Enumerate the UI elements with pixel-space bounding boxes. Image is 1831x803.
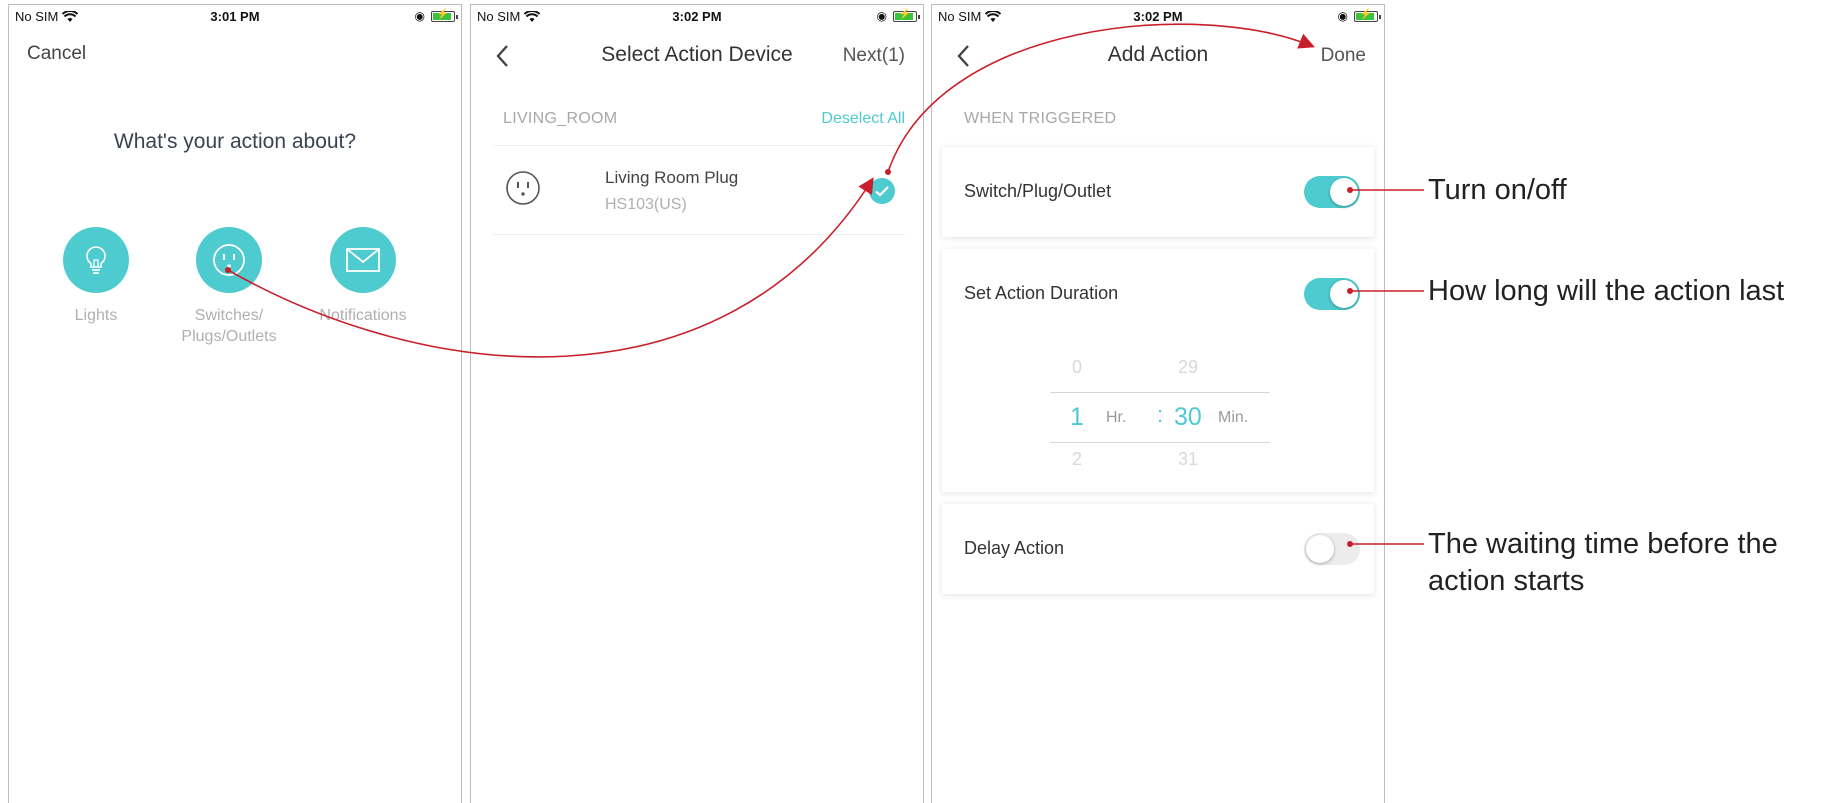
clock: 3:01 PM (210, 9, 260, 24)
check-icon[interactable] (869, 178, 895, 204)
hours-prev: 0 (1072, 357, 1083, 377)
outlet-icon (506, 171, 540, 205)
orientation-lock-icon: ◉ (876, 9, 887, 23)
battery-icon: ⚡ (893, 9, 920, 22)
switch-toggle[interactable] (1304, 176, 1360, 208)
duration-toggle[interactable] (1304, 278, 1360, 310)
when-triggered-label: WHEN TRIGGERED (964, 110, 1117, 127)
status-bar: No SIM 3:02 PM ◉ ⚡ (932, 5, 1384, 29)
option-label: Lights (74, 307, 118, 324)
annotation-duration: How long will the action last (1428, 275, 1785, 307)
duration-label: Set Action Duration (964, 283, 1119, 303)
lightbulb-icon (63, 227, 129, 293)
hours-unit: Hr. (1106, 409, 1127, 426)
option-switches[interactable]: Switches/ Plugs/Outlets (164, 227, 294, 347)
switch-label: Switch/Plug/Outlet (964, 181, 1112, 201)
delay-card: Delay Action (942, 504, 1374, 594)
duration-card: Set Action Duration 0 1 Hr. 2 : 29 30 Mi… (942, 249, 1374, 492)
delay-label: Delay Action (964, 538, 1065, 558)
minutes-value: 30 (1174, 403, 1202, 431)
clock: 3:02 PM (672, 9, 722, 24)
outlet-icon (196, 227, 262, 293)
page-title: Add Action (1107, 43, 1209, 66)
phone-screen-action-type: No SIM 3:01 PM ◉ ⚡ Cancel What's your ac… (8, 4, 462, 803)
room-section-label: LIVING_ROOM (503, 110, 618, 127)
delay-toggle[interactable] (1304, 533, 1360, 565)
annotation-delay-line1: The waiting time before the (1428, 528, 1778, 560)
minutes-next: 31 (1178, 449, 1199, 469)
minutes-prev: 29 (1178, 357, 1199, 377)
page-title: What's your action about? (113, 130, 357, 153)
orientation-lock-icon: ◉ (414, 9, 425, 23)
time-separator: : (1157, 402, 1164, 427)
option-label: Switches/ Plugs/Outlets (181, 307, 277, 345)
clock: 3:02 PM (1133, 9, 1183, 24)
annotation-delay-line2: action starts (1428, 565, 1585, 597)
hours-value: 1 (1070, 403, 1084, 431)
device-name: Living Room Plug (605, 168, 739, 187)
hours-next: 2 (1072, 449, 1083, 469)
battery-icon: ⚡ (1354, 9, 1381, 22)
orientation-lock-icon: ◉ (1337, 9, 1348, 23)
option-notifications[interactable]: Notifications (298, 227, 428, 326)
status-bar: No SIM 3:02 PM ◉ ⚡ (471, 5, 923, 29)
status-bar: No SIM 3:01 PM ◉ ⚡ (9, 5, 461, 29)
annotation-switch: Turn on/off (1428, 174, 1567, 206)
duration-picker[interactable]: 0 1 Hr. 2 : 29 30 Min. 31 (1050, 349, 1270, 479)
option-lights[interactable]: Lights (31, 227, 161, 326)
phone-screen-select-device: No SIM 3:02 PM ◉ ⚡ Select Action Device … (470, 4, 924, 803)
device-row[interactable]: Living Room Plug HS103(US) (493, 145, 905, 235)
done-button[interactable]: Done (1321, 45, 1366, 67)
battery-icon: ⚡ (431, 9, 458, 22)
minutes-unit: Min. (1218, 409, 1249, 426)
phone-screen-add-action: No SIM 3:02 PM ◉ ⚡ Add Action Done WHEN … (931, 4, 1385, 803)
switch-card: Switch/Plug/Outlet (942, 147, 1374, 237)
deselect-all-button[interactable]: Deselect All (821, 110, 905, 128)
option-label: Notifications (319, 307, 407, 324)
cancel-button[interactable]: Cancel (27, 43, 86, 65)
envelope-icon (330, 227, 396, 293)
annotation-delay: The waiting time before the action start… (1428, 526, 1778, 600)
next-button[interactable]: Next(1) (843, 45, 905, 67)
device-model: HS103(US) (605, 196, 687, 213)
